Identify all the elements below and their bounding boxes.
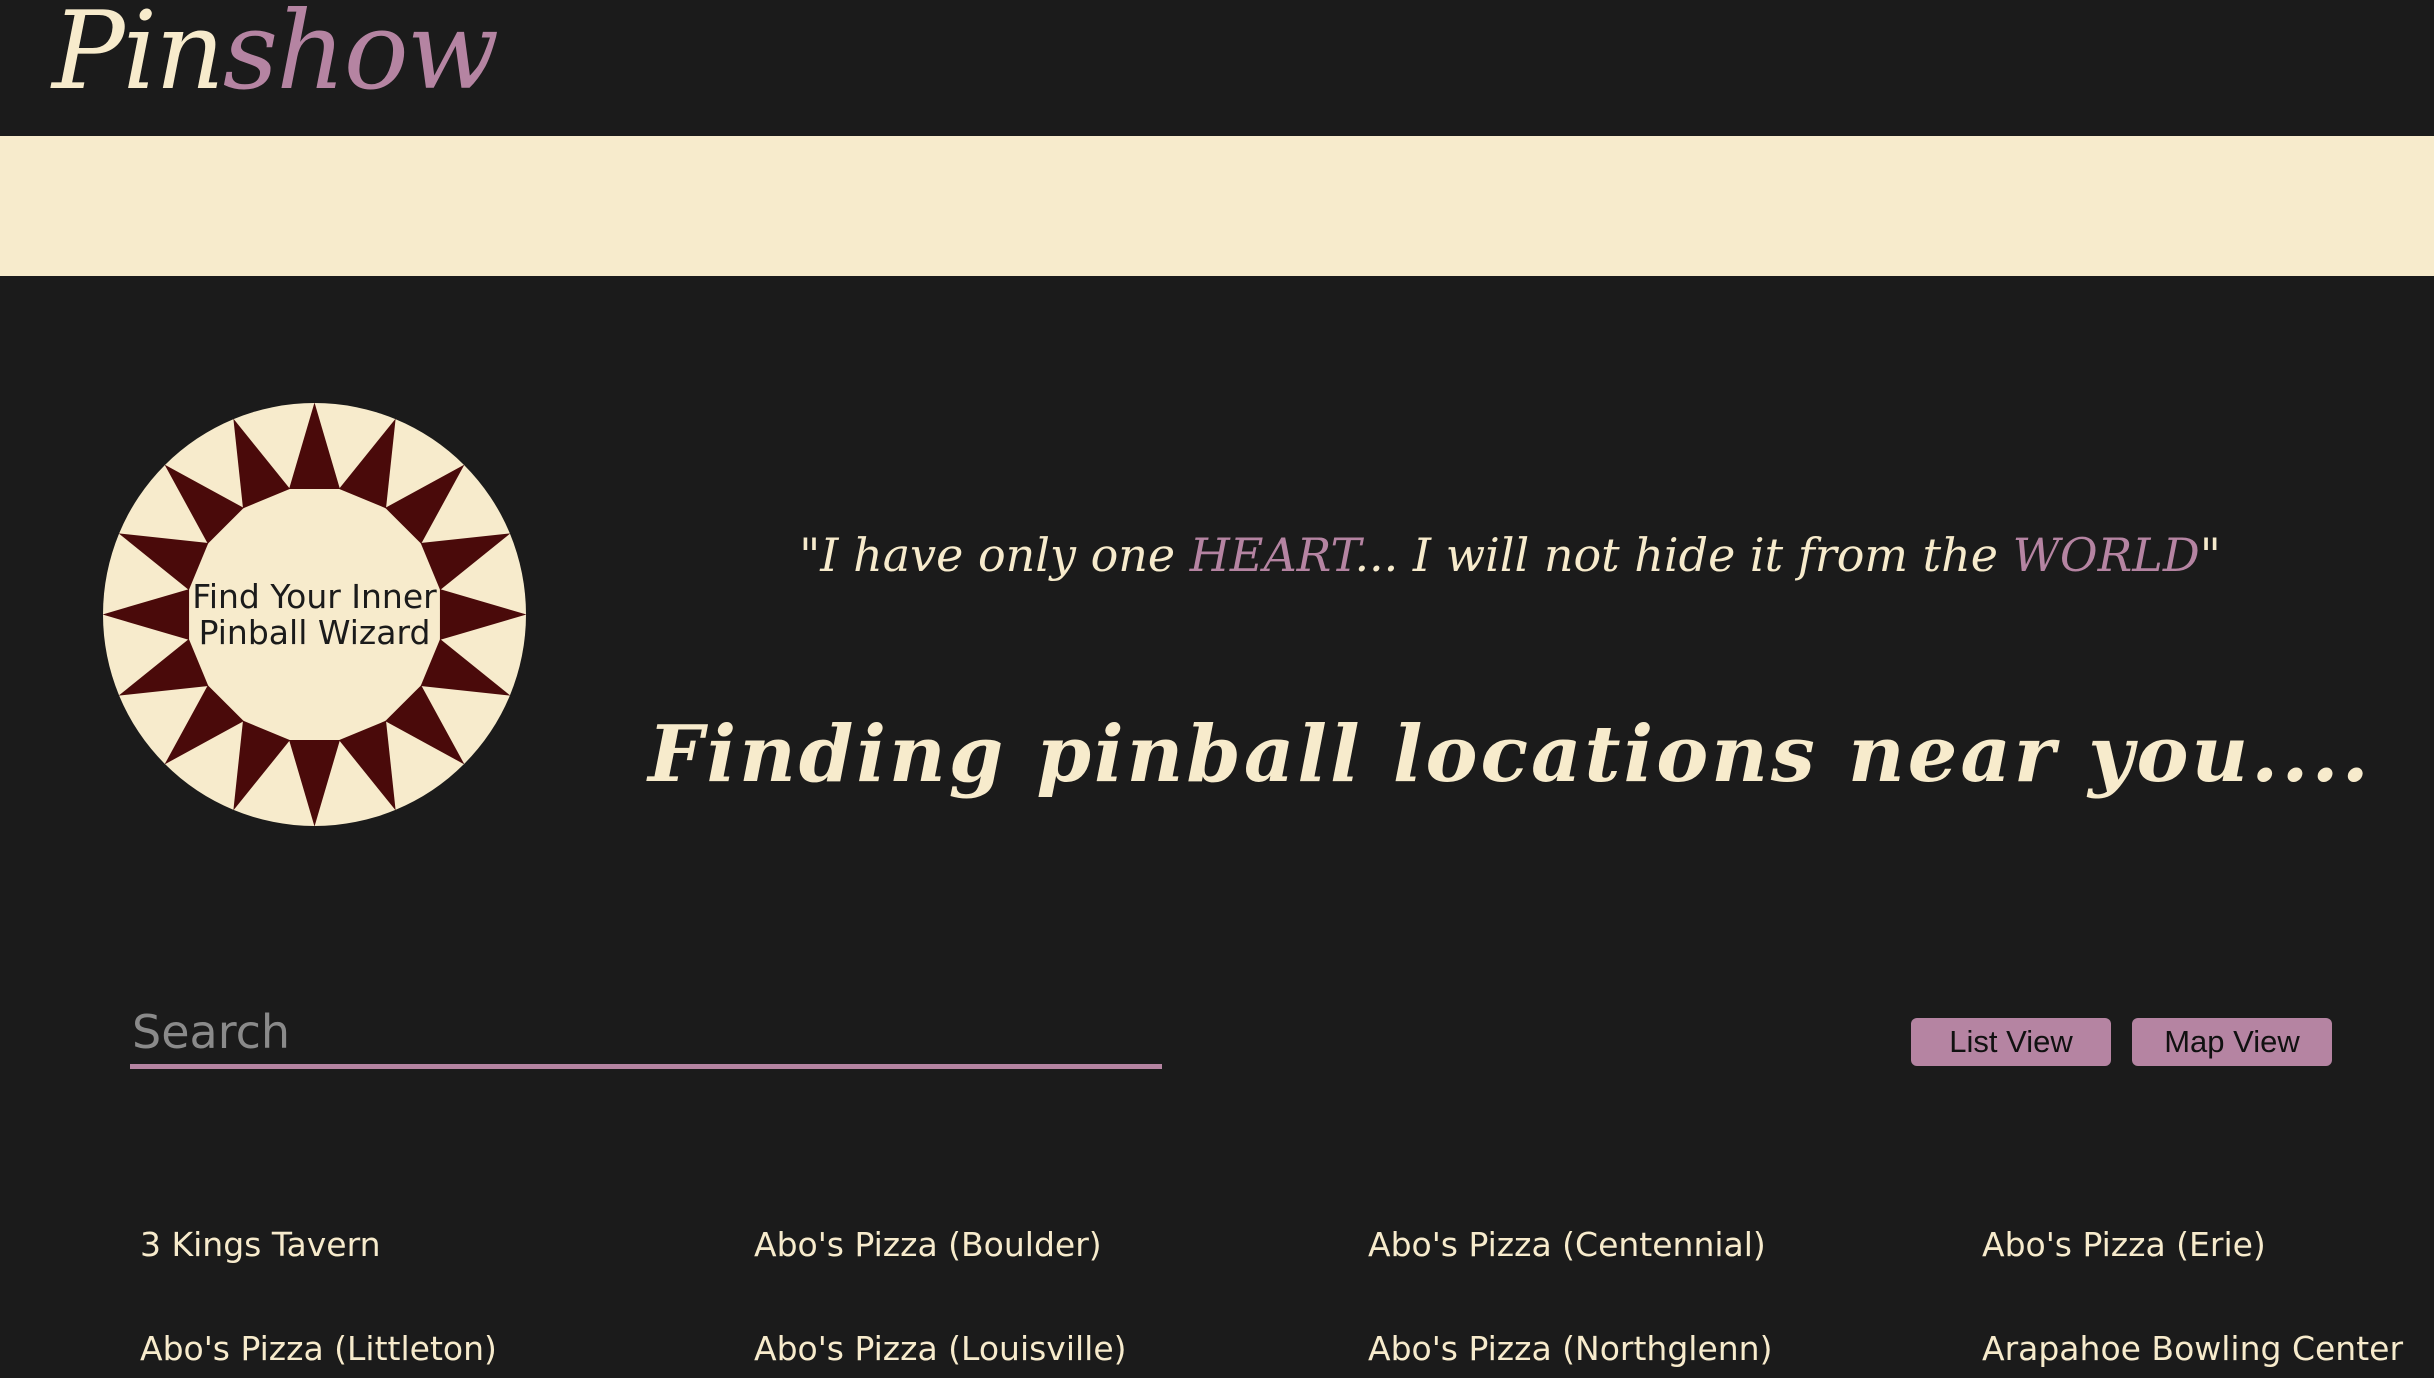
location-item[interactable]: Abo's Pizza (Erie)	[1982, 1215, 2434, 1319]
header: Pinshow	[0, 0, 2434, 136]
location-item[interactable]: Abo's Pizza (Northglenn)	[1368, 1319, 1982, 1378]
banner	[0, 136, 2434, 276]
location-item[interactable]: Abo's Pizza (Centennial)	[1368, 1215, 1982, 1319]
quote-text-2: ... I will not hide it from the	[1354, 528, 2013, 582]
location-item[interactable]: 3 Kings Tavern	[140, 1215, 754, 1319]
quote-close-mark: "	[2199, 528, 2221, 582]
quote-accent-world: WORLD	[2012, 528, 2200, 582]
list-view-button[interactable]: List View	[1911, 1018, 2111, 1066]
search-input[interactable]	[130, 1000, 1162, 1069]
location-item[interactable]: Abo's Pizza (Boulder)	[754, 1215, 1368, 1319]
quote-text-1: I have only one	[820, 528, 1190, 582]
tagline: Finding pinball locations near you....	[648, 709, 2372, 800]
quote-accent-heart: HEART	[1189, 528, 1355, 582]
logo-part-pin: Pin	[52, 0, 225, 114]
map-view-button[interactable]: Map View	[2132, 1018, 2332, 1066]
quote: "I have only one HEART... I will not hid…	[600, 515, 2420, 595]
location-item[interactable]: Arapahoe Bowling Center	[1982, 1319, 2434, 1378]
location-item[interactable]: Abo's Pizza (Littleton)	[140, 1319, 754, 1378]
location-list: 3 Kings Tavern Abo's Pizza (Boulder) Abo…	[140, 1215, 2434, 1378]
badge-label: Find Your Inner Pinball Wizard	[192, 576, 437, 652]
logo[interactable]: Pinshow	[52, 0, 499, 114]
quote-open-mark: "	[799, 528, 821, 582]
pinball-wizard-badge: Find Your Inner Pinball Wizard	[103, 403, 526, 826]
logo-part-show: show	[222, 0, 499, 114]
location-item[interactable]: Abo's Pizza (Louisville)	[754, 1319, 1368, 1378]
badge-text: Find Your Inner Pinball Wizard	[103, 403, 526, 826]
